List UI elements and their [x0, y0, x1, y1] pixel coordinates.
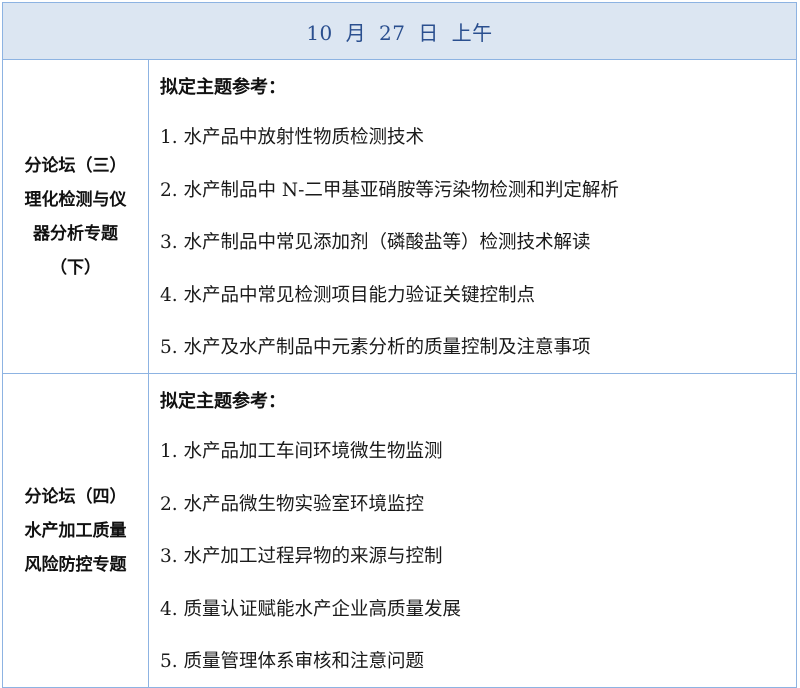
topics-cell: 拟定主题参考： 1. 水产品加工车间环境微生物监测 2. 水产品微生物实验室环境…: [149, 374, 796, 687]
topic-list: 1. 水产品加工车间环境微生物监测 2. 水产品微生物实验室环境监控 3. 水产…: [160, 438, 796, 676]
topic-item: 2. 水产品微生物实验室环境监控: [160, 493, 425, 515]
forum-label-line: 器分析专题: [33, 223, 118, 244]
forum-label-cell: 分论坛（四） 水产加工质量 风险防控专题: [3, 374, 149, 687]
forum-row-4: 分论坛（四） 水产加工质量 风险防控专题 拟定主题参考： 1. 水产品加工车间环…: [3, 374, 796, 687]
schedule-table: 10 月 27 日 上午 分论坛（三） 理化检测与仪 器分析专题 （下） 拟定主…: [2, 2, 797, 688]
topic-item: 3. 水产制品中常见添加剂（磷酸盐等）检测技术解读: [160, 232, 591, 253]
topic-list: 1. 水产品中放射性物质检测技术 2. 水产制品中 N-二甲基亚硝胺等污染物检测…: [160, 124, 796, 362]
forum-label-line: 水产加工质量: [24, 520, 127, 541]
forum-row-3: 分论坛（三） 理化检测与仪 器分析专题 （下） 拟定主题参考： 1. 水产品中放…: [3, 60, 796, 374]
topic-item: 3. 水产加工过程异物的来源与控制: [160, 546, 443, 567]
topic-item: 5. 质量管理体系审核和注意问题: [160, 651, 425, 672]
forum-label-cell: 分论坛（三） 理化检测与仪 器分析专题 （下）: [3, 60, 149, 373]
topic-item: 2. 水产制品中 N-二甲基亚硝胺等污染物检测和判定解析: [160, 179, 619, 201]
forum-label-line: 分论坛（三）: [24, 155, 127, 176]
topic-item: 4. 水产品中常见检测项目能力验证关键控制点: [160, 284, 536, 306]
topic-item: 1. 水产品加工车间环境微生物监测: [160, 441, 443, 462]
topics-cell: 拟定主题参考： 1. 水产品中放射性物质检测技术 2. 水产制品中 N-二甲基亚…: [149, 60, 796, 373]
forum-label-line: （下）: [50, 257, 101, 278]
forum-label-line: 分论坛（四）: [24, 486, 127, 507]
topics-heading: 拟定主题参考：: [160, 391, 286, 412]
topics-heading: 拟定主题参考：: [160, 77, 286, 98]
table-header: 10 月 27 日 上午: [3, 3, 796, 60]
topic-item: 4. 质量认证赋能水产企业高质量发展: [160, 598, 462, 620]
forum-label-line: 理化检测与仪: [24, 189, 127, 210]
session-date-title: 10 月 27 日 上午: [306, 20, 493, 45]
topic-item: 5. 水产及水产制品中元素分析的质量控制及注意事项: [160, 337, 591, 358]
topic-item: 1. 水产品中放射性物质检测技术: [160, 127, 425, 148]
forum-label-line: 风险防控专题: [24, 554, 127, 575]
